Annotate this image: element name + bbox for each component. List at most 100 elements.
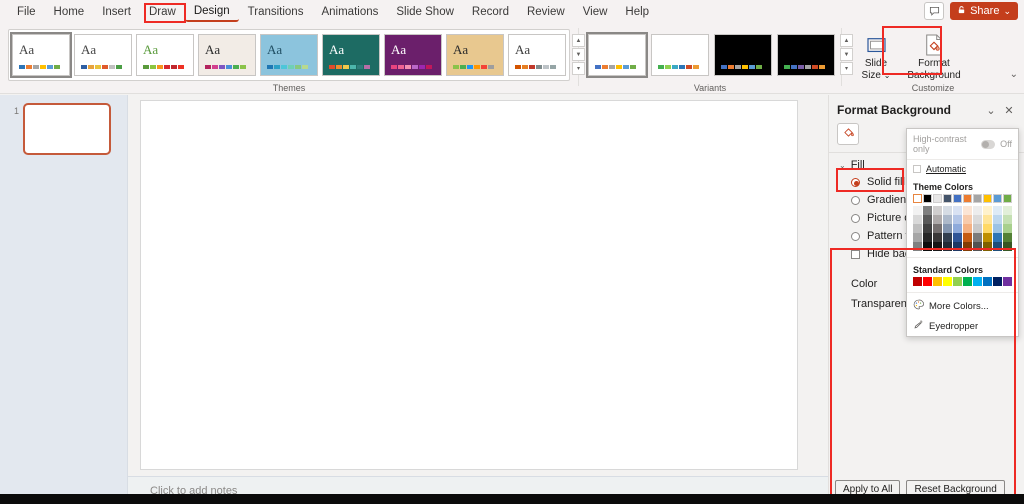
theme-colors-row-4-swatch-4[interactable] <box>953 233 962 242</box>
theme-colors-row-3-swatch-2[interactable] <box>933 224 942 233</box>
menu-item-help[interactable]: Help <box>616 3 658 21</box>
theme-colors-row-2-swatch-4[interactable] <box>953 215 962 224</box>
menu-item-slide-show[interactable]: Slide Show <box>387 3 463 21</box>
standard-colors-row-swatch-5[interactable] <box>963 277 972 286</box>
theme-colors-row-3-swatch-0[interactable] <box>913 224 922 233</box>
standard-colors-row-swatch-2[interactable] <box>933 277 942 286</box>
theme-colors-row-4-swatch-7[interactable] <box>983 233 992 242</box>
theme-colors-row-2-swatch-5[interactable] <box>963 215 972 224</box>
theme-colors-row-3-swatch-3[interactable] <box>943 224 952 233</box>
variant-thumb-variant-3[interactable] <box>714 34 772 76</box>
gradient-fill-radio[interactable] <box>851 196 860 205</box>
theme-colors-row-5-swatch-6[interactable] <box>973 242 982 251</box>
standard-colors-row-swatch-6[interactable] <box>973 277 982 286</box>
theme-thumb-wisp-theme[interactable]: Aa <box>508 34 566 76</box>
theme-colors-row-0-swatch-5[interactable] <box>963 194 972 203</box>
theme-colors-row-1-swatch-9[interactable] <box>1003 206 1012 215</box>
variant-thumb-variant-1[interactable] <box>588 34 646 76</box>
theme-colors-row-1-swatch-6[interactable] <box>973 206 982 215</box>
share-caret-icon[interactable]: ⌄ <box>1003 6 1011 17</box>
theme-colors-row-5-swatch-4[interactable] <box>953 242 962 251</box>
theme-colors-row-3-swatch-9[interactable] <box>1003 224 1012 233</box>
theme-colors-row-4[interactable] <box>913 233 1012 242</box>
theme-colors-row-3-swatch-1[interactable] <box>923 224 932 233</box>
theme-colors-row-4-swatch-6[interactable] <box>973 233 982 242</box>
theme-colors-row-1-swatch-3[interactable] <box>943 206 952 215</box>
theme-colors-row-2-swatch-7[interactable] <box>983 215 992 224</box>
theme-colors-row-2-swatch-2[interactable] <box>933 215 942 224</box>
theme-colors-row-5-swatch-1[interactable] <box>923 242 932 251</box>
menu-item-record[interactable]: Record <box>463 3 518 21</box>
pane-close-icon[interactable]: ✕ <box>1000 104 1018 117</box>
theme-colors-row-1-swatch-1[interactable] <box>923 206 932 215</box>
eyedropper-item[interactable]: Eyedropper <box>907 316 1018 336</box>
theme-colors-row-5-swatch-9[interactable] <box>1003 242 1012 251</box>
menu-item-transitions[interactable]: Transitions <box>239 3 313 21</box>
theme-colors-row-4-swatch-3[interactable] <box>943 233 952 242</box>
standard-colors-row-swatch-7[interactable] <box>983 277 992 286</box>
fill-tab-button[interactable] <box>837 123 859 145</box>
standard-colors-row-swatch-3[interactable] <box>943 277 952 286</box>
theme-colors-row-5-swatch-0[interactable] <box>913 242 922 251</box>
standard-colors-row[interactable] <box>913 277 1012 286</box>
theme-colors-row-0-swatch-1[interactable] <box>923 194 932 203</box>
menu-item-home[interactable]: Home <box>45 3 94 21</box>
menu-item-review[interactable]: Review <box>518 3 574 21</box>
theme-colors-row-0-swatch-7[interactable] <box>983 194 992 203</box>
theme-colors-row-0[interactable] <box>913 194 1012 203</box>
theme-colors-row-5-swatch-5[interactable] <box>963 242 972 251</box>
themes-gallery[interactable]: AaAaAaAaAaAaAaAaAa <box>8 29 570 81</box>
slide-thumbnail-1[interactable] <box>23 103 111 155</box>
theme-colors-row-1-swatch-5[interactable] <box>963 206 972 215</box>
slide-list-item[interactable]: 1 <box>0 103 127 155</box>
theme-colors-row-5-swatch-7[interactable] <box>983 242 992 251</box>
picture-or-texture-fill-radio[interactable] <box>851 214 860 223</box>
theme-colors-row-3-swatch-7[interactable] <box>983 224 992 233</box>
theme-colors-row-4-swatch-8[interactable] <box>993 233 1002 242</box>
menu-item-file[interactable]: File <box>8 3 45 21</box>
theme-colors-row-4-swatch-5[interactable] <box>963 233 972 242</box>
format-background-button[interactable]: Format Background <box>904 28 964 84</box>
theme-colors-row-4-swatch-0[interactable] <box>913 233 922 242</box>
theme-colors-row-2-swatch-1[interactable] <box>923 215 932 224</box>
theme-colors-row-1-swatch-0[interactable] <box>913 206 922 215</box>
slide-size-button[interactable]: Slide Size ⌄ <box>850 28 902 84</box>
theme-thumb-wood-type-theme[interactable]: Aa <box>446 34 504 76</box>
theme-colors-row-1[interactable] <box>913 206 1012 215</box>
theme-colors-row-3-swatch-8[interactable] <box>993 224 1002 233</box>
theme-colors-row-5-swatch-3[interactable] <box>943 242 952 251</box>
theme-thumb-dots-theme[interactable]: Aa <box>260 34 318 76</box>
theme-colors-row-2-swatch-3[interactable] <box>943 215 952 224</box>
automatic-color-item[interactable]: Automatic <box>907 160 1018 178</box>
ribbon-collapse-icon[interactable]: ⌄ <box>1010 69 1018 80</box>
standard-colors-row-swatch-8[interactable] <box>993 277 1002 286</box>
variant-thumb-variant-4[interactable] <box>777 34 835 76</box>
theme-colors-row-3-swatch-6[interactable] <box>973 224 982 233</box>
theme-thumb-facet-theme[interactable]: Aa <box>322 34 380 76</box>
theme-thumb-celestial-theme[interactable]: Aa <box>136 34 194 76</box>
standard-colors-row-swatch-1[interactable] <box>923 277 932 286</box>
theme-colors-row-2-swatch-6[interactable] <box>973 215 982 224</box>
theme-colors-row-0-swatch-0[interactable] <box>913 194 922 203</box>
theme-colors-row-4-swatch-9[interactable] <box>1003 233 1012 242</box>
theme-colors-row-0-swatch-8[interactable] <box>993 194 1002 203</box>
theme-colors-row-2-swatch-0[interactable] <box>913 215 922 224</box>
menu-item-animations[interactable]: Animations <box>312 3 387 21</box>
theme-colors-row-1-swatch-2[interactable] <box>933 206 942 215</box>
high-contrast-only-row[interactable]: High-contrast only Off <box>907 129 1018 160</box>
standard-colors-row-swatch-0[interactable] <box>913 277 922 286</box>
standard-colors-grid[interactable] <box>907 277 1018 289</box>
theme-colors-row-1-swatch-7[interactable] <box>983 206 992 215</box>
more-colors-item[interactable]: More Colors... <box>907 296 1018 316</box>
standard-colors-row-swatch-4[interactable] <box>953 277 962 286</box>
theme-colors-row-3-swatch-5[interactable] <box>963 224 972 233</box>
menu-item-insert[interactable]: Insert <box>93 3 140 21</box>
theme-colors-row-0-swatch-3[interactable] <box>943 194 952 203</box>
theme-colors-row-5[interactable] <box>913 242 1012 251</box>
theme-thumb-damask-theme[interactable]: Aa <box>198 34 256 76</box>
theme-colors-row-4-swatch-1[interactable] <box>923 233 932 242</box>
menu-item-design[interactable]: Design <box>185 2 239 22</box>
theme-thumb-office-theme[interactable]: Aa <box>12 34 70 76</box>
pane-collapse-icon[interactable]: ⌄ <box>982 104 1000 117</box>
theme-colors-row-2-swatch-8[interactable] <box>993 215 1002 224</box>
